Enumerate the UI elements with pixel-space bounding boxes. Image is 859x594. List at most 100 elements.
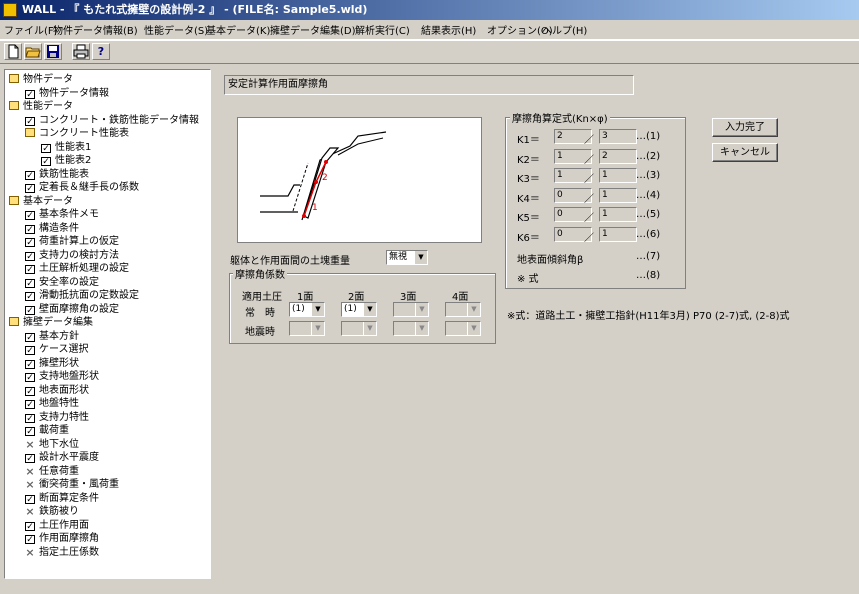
tree-item[interactable]: ✓ 支持力の検討方法	[25, 249, 119, 262]
tree-item-label: 支持地盤形状	[39, 371, 99, 382]
tree-item[interactable]: 物件データ	[9, 73, 73, 86]
tree-item[interactable]: ✓ 性能表1	[41, 141, 91, 154]
k-denominator-input[interactable]: 1	[599, 207, 637, 222]
menu-performance[interactable]: 性能データ(S)	[144, 22, 208, 37]
face-3-header: 3面	[400, 292, 417, 303]
k-denominator-input[interactable]: 1	[599, 187, 637, 203]
help-icon[interactable]: ?	[92, 43, 110, 60]
tree-item[interactable]: ✓ 支持地盤形状	[25, 370, 99, 383]
k-ref: …(2)	[636, 150, 661, 162]
cancel-button[interactable]: キャンセル	[712, 143, 778, 162]
k-denominator-input[interactable]: 2	[599, 148, 637, 164]
tree-item[interactable]: × 衝突荷重・風荷重	[25, 478, 119, 491]
chevron-down-icon: ▼	[415, 322, 428, 335]
tree-item[interactable]: ✓ 滑動抵抗面の定数設定	[25, 289, 139, 302]
save-icon[interactable]	[44, 43, 62, 60]
tree-item[interactable]: ✓ 設計水平震度	[25, 451, 99, 464]
folder-icon	[9, 101, 19, 110]
tree-item[interactable]: ✓ 基本方針	[25, 330, 79, 343]
tree-item[interactable]: コンクリート性能表	[25, 127, 129, 140]
menu-analysis[interactable]: 解析実行(C)	[355, 22, 410, 37]
tree-item[interactable]: × 鉄筋被り	[25, 505, 79, 518]
tree-item[interactable]: ✓ 作用面摩擦角	[25, 532, 99, 545]
tree-item[interactable]: ✓ 定着長＆継手長の係数	[25, 181, 139, 194]
tree-item[interactable]: ✓ 土圧作用面	[25, 519, 89, 532]
checkbox-checked-icon: ✓	[25, 224, 35, 235]
menu-file[interactable]: ファイル(F)	[4, 22, 58, 37]
folder-icon	[9, 195, 19, 205]
tree-item[interactable]: ✓ 載荷重	[25, 424, 69, 437]
k-denominator-input[interactable]: 3	[599, 129, 637, 144]
k-denominator-input[interactable]: 1	[599, 168, 637, 183]
tree-item[interactable]: × 任意荷重	[25, 465, 79, 478]
normal-face-2-select[interactable]: (1) ▼	[341, 302, 377, 317]
normal-face-1-select[interactable]: (1) ▼	[289, 302, 325, 317]
tree-item-label: 荷重計算上の仮定	[39, 236, 119, 247]
tree-item[interactable]: ✓ 性能表2	[41, 154, 91, 167]
chevron-down-icon: ▼	[415, 303, 428, 316]
normal-face-4-select[interactable]: ▼	[445, 302, 481, 317]
tree-item[interactable]: × 地下水位	[25, 438, 79, 451]
tree-item-label: コンクリート性能表	[39, 128, 129, 139]
tree-item[interactable]: 基本データ	[9, 195, 73, 208]
tree-item[interactable]: ✓ 鉄筋性能表	[25, 168, 89, 181]
tree-item-label: 基本条件メモ	[39, 209, 99, 220]
chevron-down-icon: ▼	[363, 303, 376, 316]
folder-icon	[9, 74, 19, 83]
slash-label: ／	[584, 213, 594, 224]
tree-item[interactable]: 性能データ	[9, 100, 73, 113]
seismic-face-2-select[interactable]: ▼	[341, 321, 377, 336]
slash-label: ／	[584, 193, 594, 205]
seismic-face-4-select[interactable]: ▼	[445, 321, 481, 336]
tree-item[interactable]: ✓ 安全率の設定	[25, 276, 99, 289]
open-icon[interactable]	[24, 43, 42, 60]
k-denominator-input[interactable]: 1	[599, 226, 637, 242]
tree-item-label: 物件データ	[23, 74, 73, 85]
checkbox-checked-icon: ✓	[25, 413, 35, 424]
new-icon[interactable]	[4, 43, 22, 60]
tree-item[interactable]: × 指定土圧係数	[25, 546, 99, 559]
checkbox-checked-icon: ✓	[25, 359, 35, 370]
tree-item[interactable]: ✓ 荷重計算上の仮定	[25, 235, 119, 248]
tree-item[interactable]: ✓ 基本条件メモ	[25, 208, 99, 221]
tree-item-label: 擁壁データ編集	[23, 317, 93, 328]
tree-item[interactable]: ✓ ケース選択	[25, 343, 89, 356]
checkbox-checked-icon: ✓	[25, 454, 35, 464]
tree-item[interactable]: ✓ 地表面形状	[25, 384, 89, 397]
menu-property[interactable]: 物件データ情報(B)	[53, 22, 138, 37]
tree-item-label: 性能表2	[55, 155, 92, 166]
checkbox-checked-icon: ✓	[25, 251, 35, 262]
input-complete-button[interactable]: 入力完了	[712, 118, 778, 137]
tree-item[interactable]: ✓ 支持力特性	[25, 411, 89, 424]
tree-item-label: 基本データ	[23, 195, 73, 207]
tree-item[interactable]: ✓ 断面算定条件	[25, 492, 99, 505]
tree-item[interactable]: ✓ 構造条件	[25, 222, 79, 235]
print-icon[interactable]	[72, 43, 90, 60]
k-label: K2＝	[517, 154, 540, 166]
tree-item-label: 作用面摩擦角	[39, 533, 99, 544]
folder-icon	[9, 317, 19, 326]
seismic-face-1-select[interactable]: ▼	[289, 321, 325, 336]
tree-item[interactable]: ✓ 壁面摩擦角の設定	[25, 303, 119, 316]
soil-weight-select[interactable]: 無視 ▼	[386, 250, 428, 265]
window-title: WALL - 『 もたれ式擁壁の設計例-2 』 - (FILE名: Sample…	[22, 3, 368, 16]
tree-item[interactable]: ✓ 地盤特性	[25, 397, 79, 410]
slash-label: ／	[584, 174, 594, 185]
tree-item[interactable]: ✓ コンクリート・鉄筋性能データ情報	[25, 114, 199, 127]
tree-item[interactable]: 擁壁データ編集	[9, 316, 93, 329]
tree-item[interactable]: ✓ 擁壁形状	[25, 357, 79, 370]
tree-item-label: 支持力の検討方法	[39, 249, 119, 261]
normal-face-3-select[interactable]: ▼	[393, 302, 429, 317]
menu-result[interactable]: 結果表示(H)	[421, 22, 476, 37]
tree-item[interactable]: ✓ 物件データ情報	[25, 87, 109, 100]
tree-item-label: 任意荷重	[39, 465, 79, 477]
menu-basic[interactable]: 基本データ(K)	[206, 22, 270, 37]
menu-help[interactable]: ヘルプ(H)	[542, 22, 587, 37]
checkbox-checked-icon: ✓	[25, 89, 35, 100]
seismic-face-3-select[interactable]: ▼	[393, 321, 429, 336]
checkbox-checked-icon: ✓	[25, 332, 35, 343]
tree-item[interactable]: ✓ 土圧解析処理の設定	[25, 262, 129, 275]
chevron-down-icon: ▼	[467, 322, 480, 335]
coefficient-group-title: 摩擦角係数	[233, 266, 287, 281]
menu-wall-edit[interactable]: 擁壁データ編集(D)	[270, 22, 356, 37]
